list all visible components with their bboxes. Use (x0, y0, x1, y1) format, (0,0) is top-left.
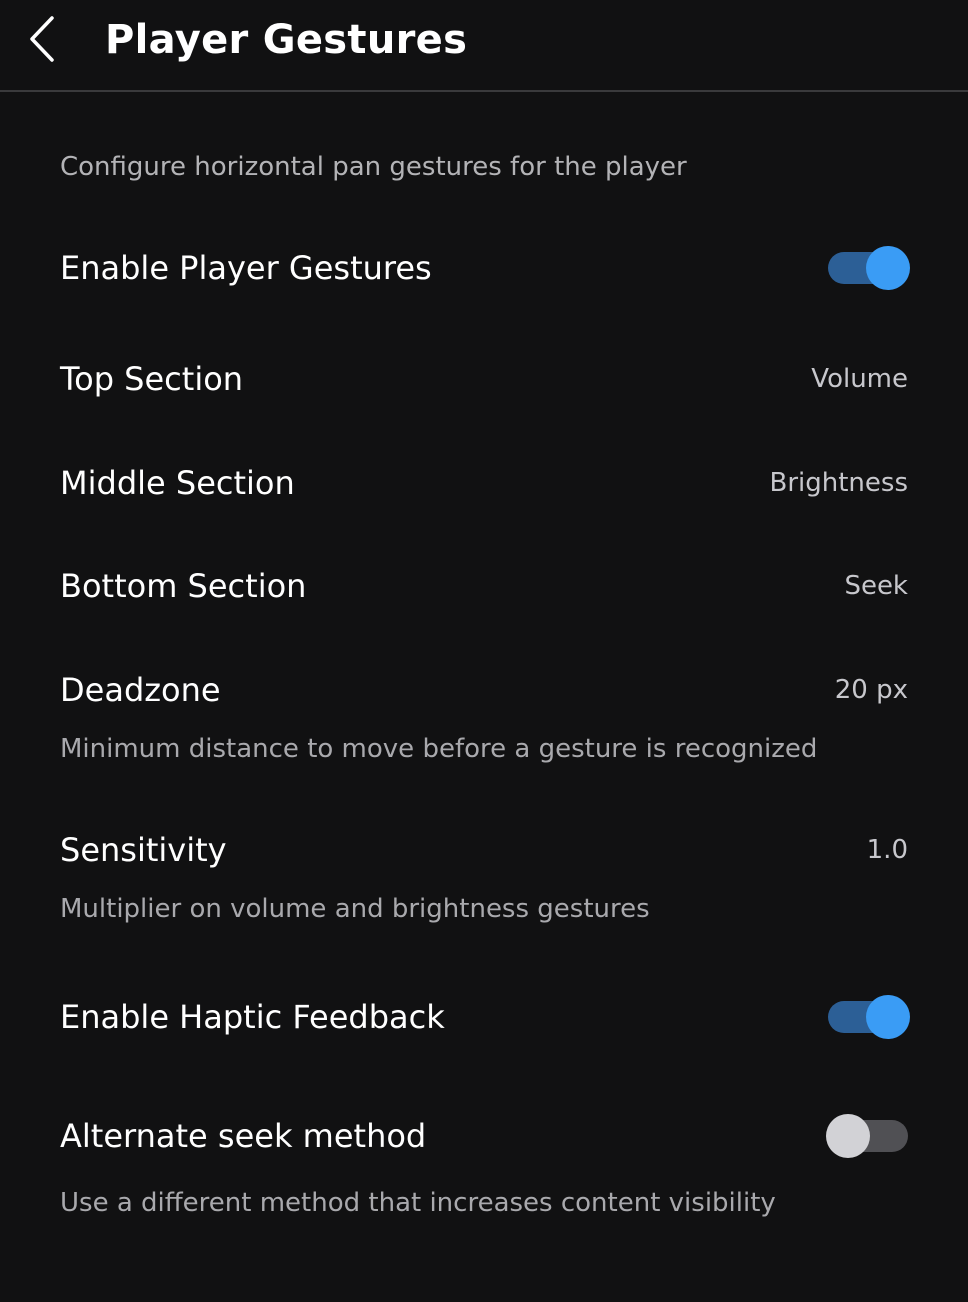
setting-middle-section[interactable]: Middle Section Brightness (0, 463, 968, 503)
setting-top-section[interactable]: Top Section Volume (0, 359, 968, 399)
setting-label: Sensitivity (60, 831, 227, 869)
setting-bottom-section[interactable]: Bottom Section Seek (0, 566, 968, 606)
setting-subtitle: Use a different method that increases co… (60, 1188, 776, 1218)
alternate-seek-toggle[interactable] (826, 1114, 908, 1158)
toggle-knob (826, 1114, 870, 1158)
setting-label: Bottom Section (60, 567, 307, 605)
haptic-feedback-toggle[interactable] (828, 995, 910, 1039)
enable-gestures-toggle[interactable] (828, 246, 910, 290)
setting-value: Volume (811, 364, 908, 394)
setting-deadzone[interactable]: Deadzone 20 px Minimum distance to move … (0, 670, 968, 770)
setting-label: Enable Haptic Feedback (60, 998, 445, 1036)
setting-subtitle: Multiplier on volume and brightness gest… (60, 894, 650, 924)
setting-enable-gestures[interactable]: Enable Player Gestures (0, 246, 968, 290)
toggle-knob (866, 246, 910, 290)
setting-label: Enable Player Gestures (60, 249, 432, 287)
setting-label: Alternate seek method (60, 1117, 427, 1155)
setting-sensitivity[interactable]: Sensitivity 1.0 Multiplier on volume and… (0, 830, 968, 930)
setting-alternate-seek[interactable]: Alternate seek method Use a different me… (0, 1114, 968, 1224)
page-title: Player Gestures (105, 17, 468, 63)
toggle-knob (866, 995, 910, 1039)
chevron-left-icon[interactable] (26, 14, 62, 64)
setting-value: Brightness (769, 468, 909, 498)
setting-haptic-feedback[interactable]: Enable Haptic Feedback (0, 995, 968, 1039)
setting-label: Deadzone (60, 671, 221, 709)
setting-value: 1.0 (866, 835, 908, 865)
setting-value: Seek (844, 571, 908, 601)
setting-subtitle: Minimum distance to move before a gestur… (60, 734, 818, 764)
section-description: Configure horizontal pan gestures for th… (60, 152, 687, 182)
header: Player Gestures (0, 0, 968, 92)
setting-label: Top Section (60, 360, 244, 398)
setting-value: 20 px (834, 675, 908, 705)
setting-label: Middle Section (60, 464, 295, 502)
